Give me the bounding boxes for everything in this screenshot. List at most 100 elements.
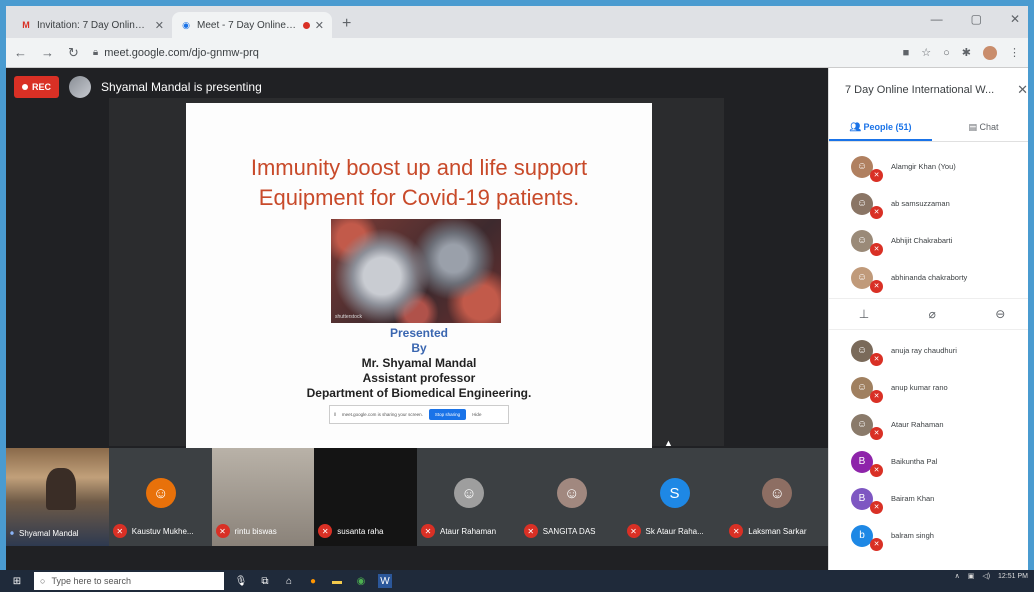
menu-dots-icon[interactable]: ⋮ [1009, 46, 1020, 59]
extension-icon[interactable]: ○ [943, 47, 950, 59]
minimize-icon[interactable]: — [931, 12, 943, 26]
list-item[interactable]: B ✕ Baikuntha Pal [829, 443, 1028, 480]
network-icon[interactable]: ▣ [968, 572, 975, 580]
mic-off-icon: ✕ [870, 168, 883, 182]
list-item[interactable]: ☺ ✕ anup kumar rano [829, 369, 1028, 406]
participant-name: SANGITA DAS [542, 526, 596, 536]
back-arrow-icon[interactable]: ← [14, 45, 27, 60]
presenting-header: REC Shyamal Mandal is presenting [14, 76, 262, 98]
store-icon[interactable]: ⌂ [282, 574, 296, 588]
taskbar-search-input[interactable]: ○ Type here to search [34, 572, 224, 590]
participant-avatar: ☺ [145, 478, 176, 508]
firefox-icon[interactable]: ● [306, 574, 320, 588]
chrome-icon[interactable]: ◉ [354, 574, 368, 588]
avatar: B ✕ [851, 487, 883, 514]
file-explorer-icon[interactable]: ▬ [330, 574, 344, 588]
participant-tile[interactable]: ☺ ✕ SANGITA DAS [519, 448, 623, 546]
list-item[interactable]: ☺ ✕ Abhijit Chakrabarti [829, 222, 1028, 259]
mic-off-icon: ✕ [626, 524, 641, 538]
participant-name: Shyamal Mandal [19, 528, 79, 538]
participant-tile[interactable]: ☺ ✕ Ataur Rahaman [417, 448, 520, 546]
mic-off-icon: ✕ [870, 500, 883, 514]
forward-arrow-icon[interactable]: → [41, 45, 54, 60]
mic-off-icon: ✕ [729, 524, 744, 538]
list-item[interactable]: ☺ ✕ abhinanda chakraborty [829, 259, 1028, 296]
word-icon[interactable]: W [378, 574, 392, 588]
profile-avatar[interactable] [983, 45, 997, 60]
list-item[interactable]: b ✕ balram singh [829, 517, 1028, 554]
person-name: Abhijit Chakrabarti [891, 236, 953, 245]
participant-video [46, 468, 76, 510]
list-item[interactable]: ☺ ✕ Ataur Rahaman [829, 406, 1028, 443]
participant-label: ✕ Kaustuv Mukhe... [112, 524, 194, 538]
hide-button[interactable]: Hide [472, 412, 481, 417]
pin-icon[interactable]: ⊥ [859, 307, 869, 321]
avatar: ☺ ✕ [851, 376, 883, 403]
mic-off-icon: ✕ [870, 352, 883, 366]
meet-icon: ◉ [182, 19, 190, 30]
people-panel: 7 Day Online International W... ✕ 👥︎ Peo… [828, 68, 1028, 576]
panel-tabs: 👥︎ People (51) ▤ Chat [829, 116, 1028, 142]
volume-icon[interactable]: ◁) [982, 572, 990, 580]
tab-meet[interactable]: ◉ Meet - 7 Day Online Internat ✕ [172, 12, 332, 38]
tab-chat-label: Chat [979, 122, 999, 132]
url-text: meet.google.com/djo-gnmw-prq [104, 46, 259, 59]
participant-tile[interactable]: ✕ rintu biswas [211, 448, 315, 546]
task-view-icon[interactable]: ⧉ [258, 574, 272, 588]
person-name: Baikuntha Pal [891, 457, 938, 466]
star-icon[interactable]: ☆ [921, 46, 931, 59]
reload-icon[interactable]: ↻ [68, 45, 79, 61]
person-name: Alamgir Khan (You) [891, 162, 956, 171]
avatar: ☺ ✕ [851, 339, 883, 366]
maximize-icon[interactable]: ▢ [971, 12, 982, 26]
participant-tile[interactable]: ☺ ✕ Kaustuv Mukhe... [108, 448, 212, 546]
list-item[interactable]: ☺ ✕ Alamgir Khan (You) [829, 148, 1028, 185]
camera-icon[interactable]: ■ [903, 47, 910, 59]
close-panel-icon[interactable]: ✕ [1017, 82, 1028, 98]
mic-off-icon: ✕ [870, 463, 883, 477]
list-item[interactable]: ☺ ✕ ab samsuzzaman [829, 185, 1028, 222]
screen-frame: M Invitation: 7 Day Online Internati ✕ ◉… [0, 0, 1034, 592]
system-tray: ∧ ▣ ◁) 12:51 PM [955, 572, 1028, 581]
participant-label: ✕ Sk Ataur Raha... [626, 524, 704, 538]
mute-icon[interactable]: ⌀ [929, 307, 936, 321]
person-name: anup kumar rano [891, 383, 948, 392]
participant-tile[interactable]: S ✕ Sk Ataur Raha... [622, 448, 726, 546]
new-tab-button[interactable]: + [332, 15, 361, 38]
url-field[interactable]: 🔒︎ meet.google.com/djo-gnmw-prq [93, 47, 889, 59]
participant-name: susanta raha [337, 526, 384, 536]
list-item[interactable]: ☺ ✕ anuja ray chaudhuri [829, 332, 1028, 369]
mic-off-icon: ✕ [215, 524, 230, 538]
participant-tile[interactable]: ✕ susanta raha [314, 448, 417, 546]
mic-off-icon: ✕ [523, 524, 538, 538]
mic-off-icon: ✕ [870, 537, 883, 551]
gmail-icon: M [22, 20, 30, 30]
remove-icon[interactable]: ⊖ [995, 307, 1005, 321]
windows-start-icon[interactable]: ⊞ [10, 574, 24, 588]
screen-share-notice: ‖ meet.google.com is sharing your screen… [329, 405, 509, 424]
participant-label: ✕ susanta raha [318, 524, 384, 538]
address-bar: ← → ↻ 🔒︎ meet.google.com/djo-gnmw-prq ■ … [6, 38, 1028, 68]
microphone-icon[interactable]: 🎙︎ [234, 574, 248, 588]
search-icon: ○ [40, 576, 46, 586]
tray-chevron-icon[interactable]: ∧ [955, 572, 960, 580]
participant-name: rintu biswas [234, 526, 277, 536]
list-item[interactable]: B ✕ Bairam Khan [829, 480, 1028, 517]
avatar: ☺ ✕ [851, 266, 883, 293]
stop-sharing-button[interactable]: Stop sharing [428, 409, 467, 420]
close-window-icon[interactable]: ✕ [1010, 12, 1020, 26]
pause-icon: ‖ [334, 412, 336, 417]
close-tab-icon[interactable]: ✕ [155, 19, 164, 32]
participant-name: Laksman Sarkar [748, 526, 807, 536]
clock[interactable]: 12:51 PM [998, 573, 1028, 580]
meeting-title: 7 Day Online International W... [845, 84, 995, 96]
close-tab-icon[interactable]: ✕ [315, 19, 324, 32]
tab-gmail-invitation[interactable]: M Invitation: 7 Day Online Internati ✕ [12, 12, 172, 38]
puzzle-icon[interactable]: ✱ [962, 46, 971, 59]
person-name: Bairam Khan [891, 494, 935, 503]
participant-tile[interactable]: ⦁ Shyamal Mandal [6, 448, 109, 546]
participant-tile[interactable]: ☺ ✕ Laksman Sarkar [725, 448, 828, 546]
tab-chat[interactable]: ▤ Chat [932, 116, 1028, 141]
virus-image: shutterstock [331, 219, 501, 323]
tab-people[interactable]: 👥︎ People (51) [829, 116, 932, 141]
